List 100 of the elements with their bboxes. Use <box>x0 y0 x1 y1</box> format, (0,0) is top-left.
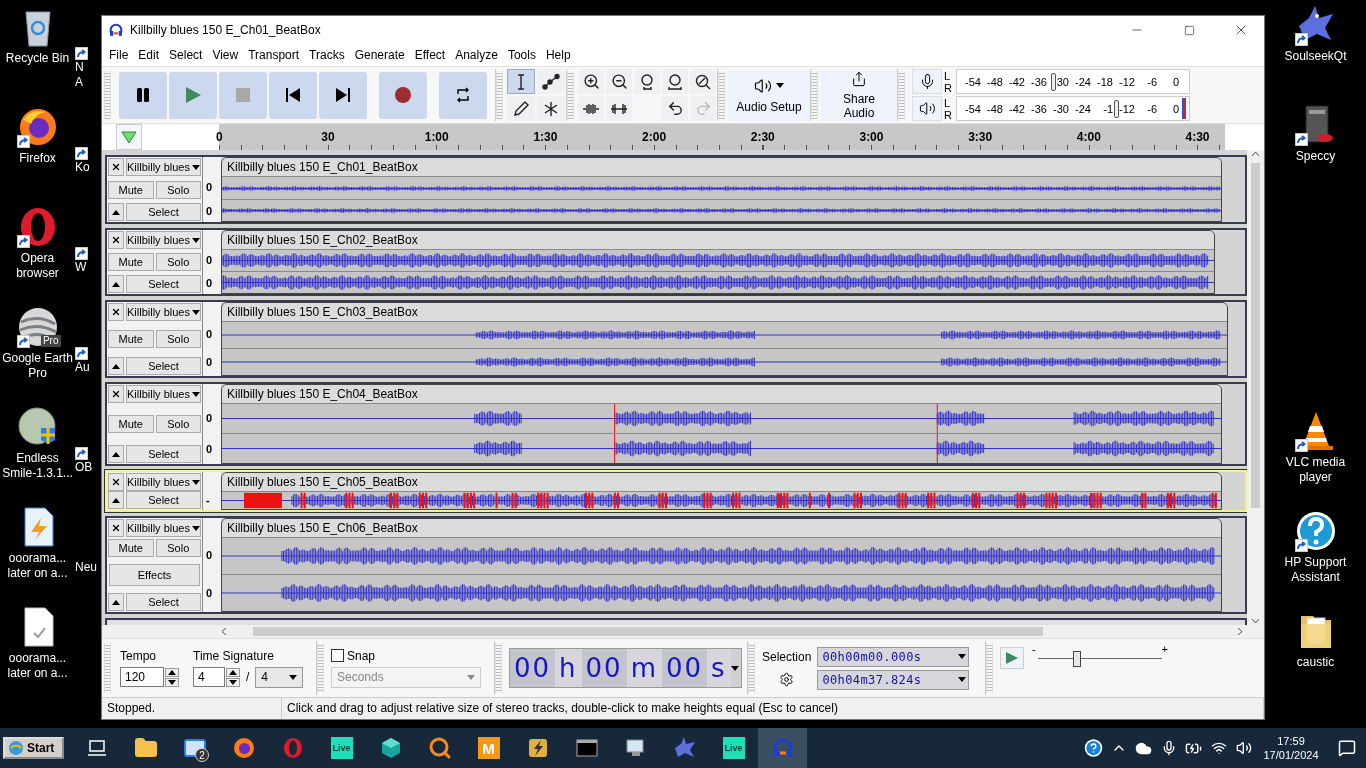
solo-button[interactable]: Solo <box>155 538 201 557</box>
notifications-icon[interactable] <box>1337 739 1356 757</box>
menu-item[interactable]: Effect <box>409 44 451 66</box>
meter-slider-thumb[interactable] <box>1050 73 1056 91</box>
fit-selection-button[interactable] <box>634 69 660 94</box>
desktop-icon-label[interactable]: A <box>75 75 83 90</box>
close-track-button[interactable] <box>108 231 124 250</box>
zoom-in-button[interactable] <box>578 69 604 94</box>
mute-button[interactable]: Mute <box>108 180 154 199</box>
desktop-icon-label[interactable]: Endless Smile-1.3.1... <box>0 451 75 481</box>
desktop-icon-label[interactable]: Speccy <box>1295 149 1336 164</box>
track-name-menu[interactable]: Killbilly blues <box>126 303 201 322</box>
menu-item[interactable]: Tracks <box>304 44 350 66</box>
desktop-icon-label[interactable]: VLC media player <box>1278 455 1353 485</box>
start-button[interactable]: Start <box>3 737 64 759</box>
select-button[interactable]: Select <box>126 445 201 464</box>
zoom-out-button[interactable] <box>606 69 632 94</box>
desktop-icon-label[interactable]: Recycle Bin <box>5 51 70 66</box>
toolbar-grip[interactable] <box>567 71 574 119</box>
close-track-button[interactable] <box>108 385 124 404</box>
track[interactable]: Killbilly blues Mute Solo Select 0 0 Killbilly blues 150 E_Ch02_BeatBox <box>105 228 1247 297</box>
multi-tool-button[interactable] <box>537 96 565 121</box>
skip-end-button[interactable] <box>319 71 367 119</box>
vertical-scrollbar[interactable] <box>1247 150 1264 626</box>
toolbar-grip[interactable] <box>495 643 502 693</box>
toolbar-grip[interactable] <box>496 71 503 119</box>
clip-title[interactable]: Killbilly blues 150 E_Ch01_BeatBox <box>222 158 1221 177</box>
menu-item[interactable]: Transport <box>243 44 305 66</box>
skip-start-button[interactable] <box>269 71 317 119</box>
silence-button[interactable] <box>606 96 632 121</box>
speaker-button[interactable] <box>912 96 942 121</box>
toolbar-grip[interactable] <box>811 71 818 119</box>
select-button[interactable]: Select <box>126 357 201 376</box>
track-name-menu[interactable]: Killbilly blues <box>126 473 201 492</box>
clip-title[interactable]: Killbilly blues 150 E_Ch02_BeatBox <box>222 231 1214 250</box>
desktop-icon-label[interactable]: N <box>75 60 84 75</box>
collapse-button[interactable] <box>108 275 124 294</box>
desktop-icon-label[interactable]: caustic <box>1296 655 1335 670</box>
select-tool-button[interactable] <box>507 69 535 94</box>
clock[interactable]: 17:59 17/01/2024 <box>1259 734 1323 762</box>
taskbar-app-button[interactable]: Live <box>317 728 366 768</box>
track-name-menu[interactable]: Killbilly blues <box>126 519 201 538</box>
desktop-icon-label[interactable]: Firefox <box>19 151 56 166</box>
solo-button[interactable]: Solo <box>155 253 201 272</box>
microphone-button[interactable] <box>912 69 942 94</box>
toolbar-grip[interactable] <box>748 643 755 693</box>
collapse-button[interactable] <box>108 357 124 376</box>
tempo-field[interactable]: 120 <box>120 667 164 688</box>
menu-item[interactable]: Select <box>164 44 208 66</box>
selection-end-field[interactable]: 00h04m37.824s <box>817 669 970 690</box>
desktop-icon-label[interactable]: ooorama... later on a... <box>0 651 75 681</box>
time-display[interactable]: 00 h 00 m 00 s <box>509 648 742 689</box>
close-track-button[interactable] <box>108 158 124 177</box>
mute-button[interactable]: Mute <box>108 415 154 434</box>
desktop-icon-label[interactable]: Neu <box>75 560 97 575</box>
desktop-icon-label[interactable]: Opera browser <box>0 251 75 281</box>
settings-icon[interactable] <box>779 671 795 687</box>
desktop-icon-label[interactable]: ooorama... later on a... <box>0 551 75 581</box>
beat-unit-dropdown[interactable]: 4 <box>255 666 304 688</box>
track-name-menu[interactable]: Killbilly blues <box>126 231 201 250</box>
track[interactable]: Killbilly blues Mute Solo Effects Select 0 0 Killbilly blues 150 E_Ch06_BeatBox <box>105 516 1247 615</box>
menu-item[interactable]: File <box>104 44 134 66</box>
menu-item[interactable]: Tools <box>502 44 541 66</box>
trim-button[interactable] <box>578 96 604 121</box>
increment-button[interactable] <box>226 667 240 677</box>
track-name-menu[interactable]: Killbilly blues <box>126 158 201 177</box>
toolbar-grip[interactable] <box>898 71 905 119</box>
clip-title[interactable]: Killbilly blues 150 E_Ch05_BeatBox <box>222 473 1221 492</box>
track[interactable]: Killbilly blues Mute Solo Select 0 0 Killbilly blues 150 E_Ch01_BeatBox <box>105 155 1247 225</box>
menu-item[interactable]: View <box>207 44 244 66</box>
effects-button[interactable]: Effects <box>109 564 200 587</box>
playback-meter[interactable]: -54 -48 -42 -36 -30 -24 -1 -12 -6 0 <box>956 96 1190 121</box>
wifi-icon[interactable] <box>1210 740 1227 756</box>
increment-button[interactable] <box>165 667 179 677</box>
select-button[interactable]: Select <box>126 203 201 222</box>
mute-button[interactable]: Mute <box>108 538 154 557</box>
desktop-icon-label[interactable]: Ko <box>75 160 90 175</box>
snap-checkbox[interactable] <box>331 649 344 663</box>
collapse-button[interactable] <box>108 445 124 464</box>
solo-button[interactable]: Solo <box>155 330 201 349</box>
play-button[interactable] <box>169 71 217 119</box>
meter-slider-thumb[interactable] <box>1113 100 1119 118</box>
fit-project-button[interactable] <box>662 69 688 94</box>
taskbar-app-button[interactable]: Live <box>709 728 758 768</box>
select-button[interactable]: Select <box>126 491 201 510</box>
selection-start-field[interactable]: 00h00m00.000s <box>817 646 970 667</box>
track-name-menu[interactable]: Killbilly blues <box>126 385 201 404</box>
menu-item[interactable]: Edit <box>133 44 165 66</box>
speaker-icon[interactable] <box>1235 740 1252 756</box>
select-button[interactable]: Select <box>126 593 201 612</box>
toolbar-grip[interactable] <box>104 643 111 693</box>
pause-button[interactable] <box>119 71 167 119</box>
timeline-options-button[interactable] <box>116 124 142 151</box>
desktop-icon-label[interactable]: OB <box>75 460 93 475</box>
decrement-button[interactable] <box>226 677 240 687</box>
draw-tool-button[interactable] <box>507 96 535 121</box>
zoom-toggle-button[interactable] <box>690 69 716 94</box>
clip-title[interactable]: Killbilly blues 150 E_Ch03_BeatBox <box>222 303 1227 322</box>
desktop-icon-label[interactable]: W <box>75 260 87 275</box>
collapse-button[interactable] <box>108 593 124 612</box>
